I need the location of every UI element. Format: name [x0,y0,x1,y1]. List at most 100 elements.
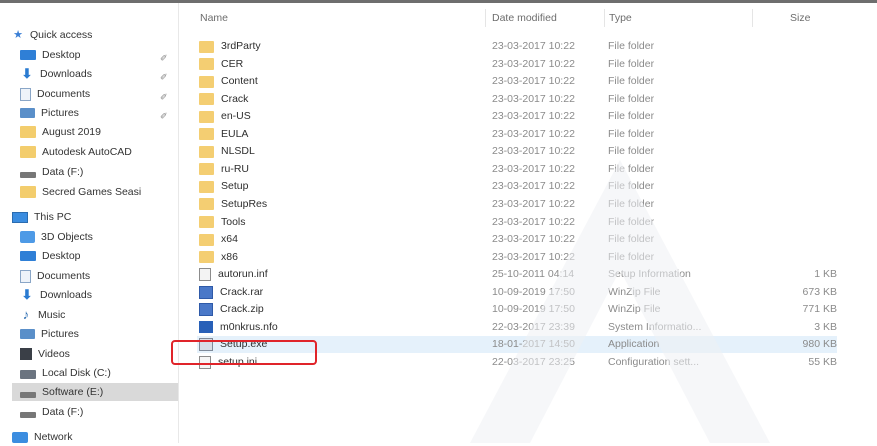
file-row[interactable]: x86 23-03-2017 10:22 File folder [197,249,837,266]
file-row[interactable]: Content 23-03-2017 10:22 File folder [197,73,837,90]
nav-music[interactable]: ♪ Music [20,306,178,324]
file-row[interactable]: en-US 23-03-2017 10:22 File folder [197,108,837,125]
file-type: Application [608,338,660,351]
file-name: SetupRes [221,197,268,210]
file-name: EULA [221,127,249,140]
file-name-cell: Tools [199,214,479,231]
music-icon: ♪ [22,307,30,322]
nav-data-f[interactable]: Data (F:) [20,403,178,421]
setup-info-icon [199,268,211,282]
nav-label: Autodesk AutoCAD [42,146,132,158]
file-row[interactable]: Setup 23-03-2017 10:22 File folder [197,178,837,195]
file-type: WinZip File [608,303,661,316]
file-row[interactable]: x64 23-03-2017 10:22 File folder [197,231,837,248]
nav-label: Documents [37,88,91,100]
document-icon [20,269,31,283]
file-row[interactable]: autorun.inf 25-10-2011 04:14 Setup Informa… [197,266,837,283]
nav-quick-access[interactable]: ★ Quick access [12,26,92,44]
file-row[interactable]: 3rdParty 23-03-2017 10:22 File folder [197,38,837,55]
document-icon [20,87,31,101]
pin-icon: ✐ [160,72,168,82]
nav-3d-objects[interactable]: 3D Objects [20,228,178,246]
file-row[interactable]: NLSDL 23-03-2017 10:22 File folder [197,143,837,160]
nav-label: Local Disk (C:) [42,367,111,379]
nav-label: Downloads [40,68,92,80]
drive-icon [20,412,36,418]
nav-software-e[interactable]: Software (E:) [12,383,178,401]
file-type: File folder [608,110,655,123]
nav-label: Software (E:) [42,386,104,398]
nav-label: Quick access [30,29,93,41]
folder-icon [199,233,214,246]
column-header-size[interactable]: Size [790,12,810,24]
folder-icon [199,128,214,141]
nav-this-pc[interactable]: This PC [12,208,71,226]
file-name: ru-RU [221,162,249,175]
folder-icon [199,110,214,123]
column-header-name[interactable]: Name [200,12,228,24]
column-separator[interactable] [752,9,753,27]
column-separator[interactable] [485,9,486,27]
file-size: 3 KB [814,320,837,333]
file-row[interactable]: CER 23-03-2017 10:22 File folder [197,56,837,73]
nav-autodesk-autocad[interactable]: Autodesk AutoCAD [20,143,178,161]
folder-icon [199,216,214,228]
file-name-cell: Crack [199,91,479,108]
nav-august-2019[interactable]: August 2019 [20,123,178,141]
nav-local-disk-c[interactable]: Local Disk (C:) [20,364,178,382]
file-row[interactable]: Crack.zip 10-09-2019 17:50 WinZip File 771 … [197,301,837,318]
column-separator[interactable] [604,9,605,27]
file-row[interactable]: ru-RU 23-03-2017 10:22 File folder [197,161,837,178]
nav-label: Music [38,309,66,321]
nav-downloads[interactable]: ⬇ Downloads [20,286,178,304]
file-row[interactable]: EULA 23-03-2017 10:22 File folder [197,126,837,143]
file-row[interactable]: SetupRes 23-03-2017 10:22 File folder [197,196,837,213]
file-row[interactable]: Crack 23-03-2017 10:22 File folder [197,91,837,108]
nav-label: This PC [34,211,72,223]
file-row[interactable]: Tools 23-03-2017 10:22 File folder [197,214,837,231]
folder-icon [199,93,214,106]
nav-documents[interactable]: Documents [20,267,178,285]
nav-documents-pinned[interactable]: Documents [20,85,170,103]
nav-videos[interactable]: Videos [20,345,178,363]
nav-data-f-quick[interactable]: Data (F:) [20,163,178,181]
nav-network[interactable]: Network [12,428,73,446]
file-name-cell: x64 [199,231,479,248]
column-header-date[interactable]: Date modified [492,12,557,24]
nav-pictures[interactable]: Pictures [20,325,178,343]
column-header-type[interactable]: Type [609,12,632,24]
file-name: 3rdParty [221,40,261,52]
file-type: File folder [608,127,655,140]
file-name: x86 [221,250,238,263]
file-name: Crack.zip [220,303,264,316]
nav-pictures-pinned[interactable]: Pictures [20,104,170,122]
file-type: File folder [608,75,655,88]
nav-label: Documents [37,270,91,282]
folder-icon [199,58,214,71]
file-name-cell: NLSDL [199,143,479,160]
videos-icon [20,348,32,360]
nav-downloads-pinned[interactable]: ⬇ Downloads [20,65,170,83]
file-size: 1 KB [814,268,837,281]
nav-desktop[interactable]: Desktop [20,247,178,265]
nav-secred-games[interactable]: Secred Games Seasi [20,183,178,201]
file-type: System Informatio... [608,320,702,333]
nav-label: Data (F:) [42,406,84,418]
drive-icon [20,172,36,178]
pane-divider[interactable] [178,3,179,443]
file-name: Setup [221,180,249,193]
navigation-pane[interactable]: ★ Quick access Desktop ⬇ Downloads Docum… [0,3,178,443]
file-type: File folder [608,57,655,70]
file-name: CER [221,57,244,70]
file-type: File folder [608,40,655,52]
highlight-box [171,340,317,365]
file-row[interactable]: Crack.rar 10-09-2019 17:50 WinZip File 673 … [197,284,837,301]
file-name-cell: Content [199,73,479,90]
file-name-cell: m0nkrus.nfo [199,319,479,336]
file-row[interactable]: m0nkrus.nfo 22-03-2017 23:39 System Inform… [197,319,837,336]
this-pc-icon [12,211,28,223]
nav-desktop-pinned[interactable]: Desktop [20,46,170,64]
file-name: Crack.rar [220,285,264,298]
folder-icon [199,145,214,158]
winzip-icon [199,285,213,299]
